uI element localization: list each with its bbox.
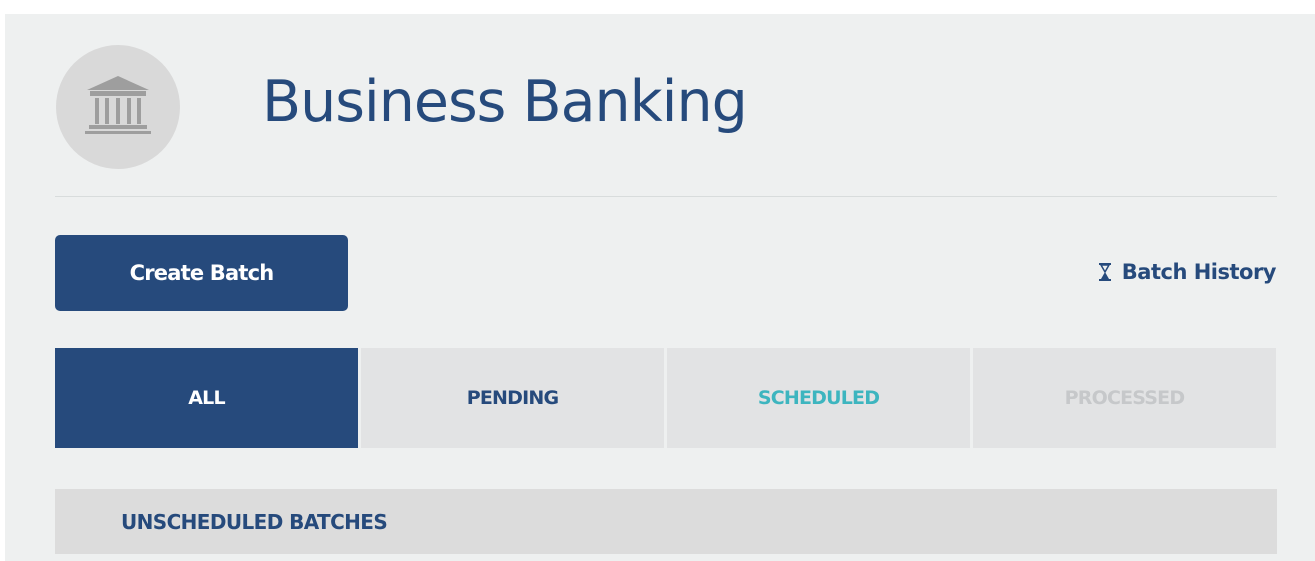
- batch-history-link[interactable]: Batch History: [1098, 256, 1277, 288]
- tab-processed[interactable]: PROCESSED: [973, 348, 1276, 448]
- page-title: Business Banking: [262, 69, 748, 135]
- create-batch-button[interactable]: Create Batch: [55, 235, 348, 311]
- bank-avatar: [56, 45, 180, 169]
- batch-tabs: ALL PENDING SCHEDULED PROCESSED: [55, 348, 1277, 448]
- bank-icon: [83, 74, 153, 140]
- header-divider: [55, 196, 1277, 197]
- unscheduled-batches-header: UNSCHEDULED BATCHES: [55, 489, 1277, 554]
- tab-all[interactable]: ALL: [55, 348, 358, 448]
- hourglass-icon: [1098, 263, 1111, 281]
- batch-history-label: Batch History: [1121, 260, 1277, 284]
- tab-scheduled[interactable]: SCHEDULED: [667, 348, 970, 448]
- section-title: UNSCHEDULED BATCHES: [121, 509, 388, 534]
- tab-pending[interactable]: PENDING: [361, 348, 664, 448]
